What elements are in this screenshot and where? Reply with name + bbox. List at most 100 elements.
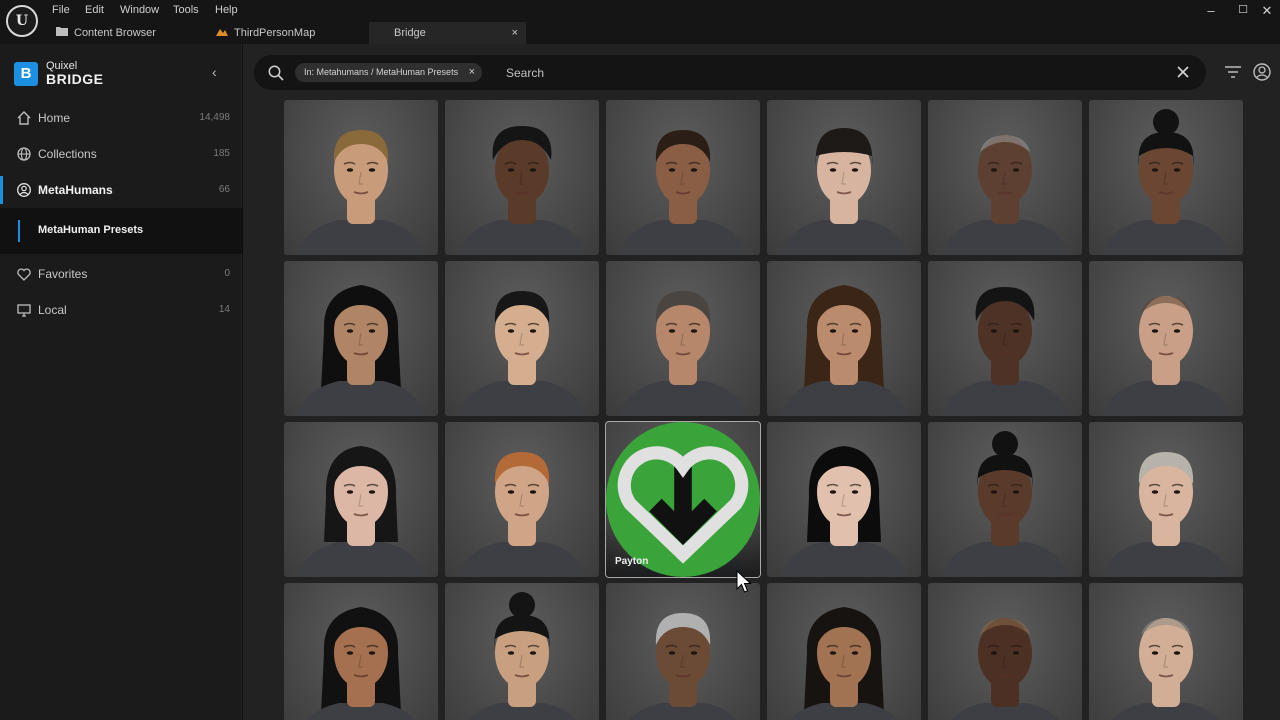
favorite-heart-icon[interactable]	[606, 422, 760, 577]
metahuman-portrait	[298, 285, 424, 416]
filter-icon[interactable]	[1223, 63, 1243, 81]
sidebar-item-home[interactable]: Home 14,498	[0, 100, 242, 136]
sidebar-item-count: 185	[213, 148, 230, 159]
sidebar-item-count: 0	[224, 268, 230, 279]
metahuman-portrait	[298, 130, 424, 255]
metahuman-portrait	[951, 618, 1059, 720]
main-panel: In: Metahumans / MetaHuman Presets × Pay…	[243, 44, 1280, 720]
metahuman-card[interactable]	[606, 583, 760, 720]
sidebar-item-count: 14	[218, 304, 230, 315]
sidebar-item-local[interactable]: Local 14	[0, 292, 242, 328]
remove-filter-icon[interactable]: ×	[469, 63, 475, 82]
metahuman-portrait	[781, 128, 907, 255]
metahuman-portrait	[1103, 452, 1229, 577]
metahuman-card[interactable]	[445, 583, 599, 720]
tab-bar: Content Browser ThirdPersonMap Bridge ×	[0, 22, 1280, 44]
sidebar-item-collections[interactable]: Collections 185	[0, 136, 242, 172]
search-input[interactable]	[506, 63, 1106, 82]
sidebar-item-label: MetaHumans	[38, 183, 113, 197]
bridge-logo-icon: B	[14, 62, 38, 86]
brand-line2: BRIDGE	[46, 71, 104, 87]
metahuman-card[interactable]	[767, 422, 921, 577]
metahuman-portrait	[620, 291, 746, 416]
tab-thirdpersonmap[interactable]: ThirdPersonMap	[216, 22, 366, 44]
filter-chip[interactable]: In: Metahumans / MetaHuman Presets ×	[295, 63, 483, 82]
sidebar-item-metahumans[interactable]: MetaHumans 66	[0, 172, 242, 208]
metahuman-portrait	[942, 431, 1068, 577]
metahuman-portrait	[459, 126, 585, 255]
tab-label: Content Browser	[74, 27, 156, 39]
folder-icon	[56, 23, 68, 45]
metahuman-card[interactable]	[284, 261, 438, 416]
menu-file[interactable]: File	[52, 4, 70, 16]
metahuman-card[interactable]	[606, 261, 760, 416]
metahuman-grid: Payton	[284, 100, 1244, 720]
tab-bridge[interactable]: Bridge ×	[369, 22, 526, 44]
tab-label: Bridge	[394, 27, 426, 39]
metahuman-card[interactable]	[928, 261, 1082, 416]
close-tab-icon[interactable]: ×	[512, 22, 518, 44]
home-icon	[17, 111, 31, 125]
metahuman-card[interactable]	[1089, 422, 1243, 577]
metahuman-card[interactable]	[445, 261, 599, 416]
metahuman-portrait	[942, 135, 1068, 255]
sidebar-subitem-label: MetaHuman Presets	[38, 224, 144, 236]
metahuman-portrait	[459, 291, 585, 416]
selection-indicator	[18, 220, 20, 242]
unreal-logo-icon[interactable]: U	[6, 5, 38, 37]
metahuman-card[interactable]	[1089, 261, 1243, 416]
collapse-sidebar-icon[interactable]: ‹	[212, 64, 217, 80]
metahuman-card[interactable]	[606, 100, 760, 255]
profile-icon[interactable]	[1252, 62, 1272, 82]
title-bar: File Edit Window Tools Help – ☐ ✕	[0, 0, 1280, 22]
metahuman-card[interactable]	[928, 100, 1082, 255]
metahuman-card[interactable]	[1089, 100, 1243, 255]
sidebar-item-favorites[interactable]: Favorites 0	[0, 256, 242, 292]
tab-content-browser[interactable]: Content Browser	[56, 22, 206, 44]
menu-tools[interactable]: Tools	[173, 4, 199, 16]
clear-search-icon[interactable]	[1174, 63, 1192, 81]
metahuman-portrait	[1103, 296, 1229, 416]
metahuman-card[interactable]	[1089, 583, 1243, 720]
metahuman-portrait	[942, 287, 1068, 416]
metahuman-portrait	[307, 607, 415, 720]
search-icon[interactable]	[267, 64, 285, 82]
minimize-button[interactable]: –	[1199, 3, 1223, 18]
metahuman-card[interactable]	[284, 583, 438, 720]
metahuman-card[interactable]	[284, 422, 438, 577]
metahuman-portrait	[459, 452, 585, 577]
sidebar-subitem-metahuman-presets[interactable]: MetaHuman Presets	[0, 208, 242, 254]
globe-icon	[17, 147, 31, 161]
metahuman-portrait	[629, 613, 737, 720]
search-bar: In: Metahumans / MetaHuman Presets ×	[254, 55, 1206, 90]
sidebar-item-label: Home	[38, 111, 71, 125]
menu-help[interactable]: Help	[215, 4, 238, 16]
metahuman-card[interactable]	[767, 100, 921, 255]
menu-edit[interactable]: Edit	[85, 4, 104, 16]
sidebar-item-count: 14,498	[199, 112, 230, 123]
metahuman-card[interactable]	[928, 583, 1082, 720]
metahuman-card[interactable]	[284, 100, 438, 255]
metahuman-portrait	[620, 130, 746, 255]
sidebar-item-label: Collections	[38, 147, 97, 161]
sidebar-item-label: Local	[38, 303, 67, 317]
close-window-button[interactable]: ✕	[1255, 3, 1279, 19]
metahuman-card[interactable]	[767, 583, 921, 720]
metahuman-portrait	[298, 446, 424, 577]
metahuman-portrait	[1112, 618, 1220, 720]
maximize-button[interactable]: ☐	[1231, 3, 1255, 16]
metahuman-card[interactable]	[767, 261, 921, 416]
user-circle-icon	[17, 183, 31, 197]
monitor-icon	[17, 304, 31, 317]
metahuman-card[interactable]: Payton	[605, 421, 761, 578]
mouse-cursor-icon	[736, 570, 752, 593]
heart-icon	[17, 268, 31, 281]
metahuman-card[interactable]	[445, 422, 599, 577]
metahuman-card[interactable]	[445, 100, 599, 255]
sidebar-item-count: 66	[218, 184, 230, 195]
metahuman-portrait	[781, 446, 907, 577]
metahuman-card[interactable]	[928, 422, 1082, 577]
filter-chip-label: In: Metahumans / MetaHuman Presets	[304, 67, 459, 77]
metahuman-portrait	[468, 592, 576, 720]
menu-window[interactable]: Window	[120, 4, 159, 16]
